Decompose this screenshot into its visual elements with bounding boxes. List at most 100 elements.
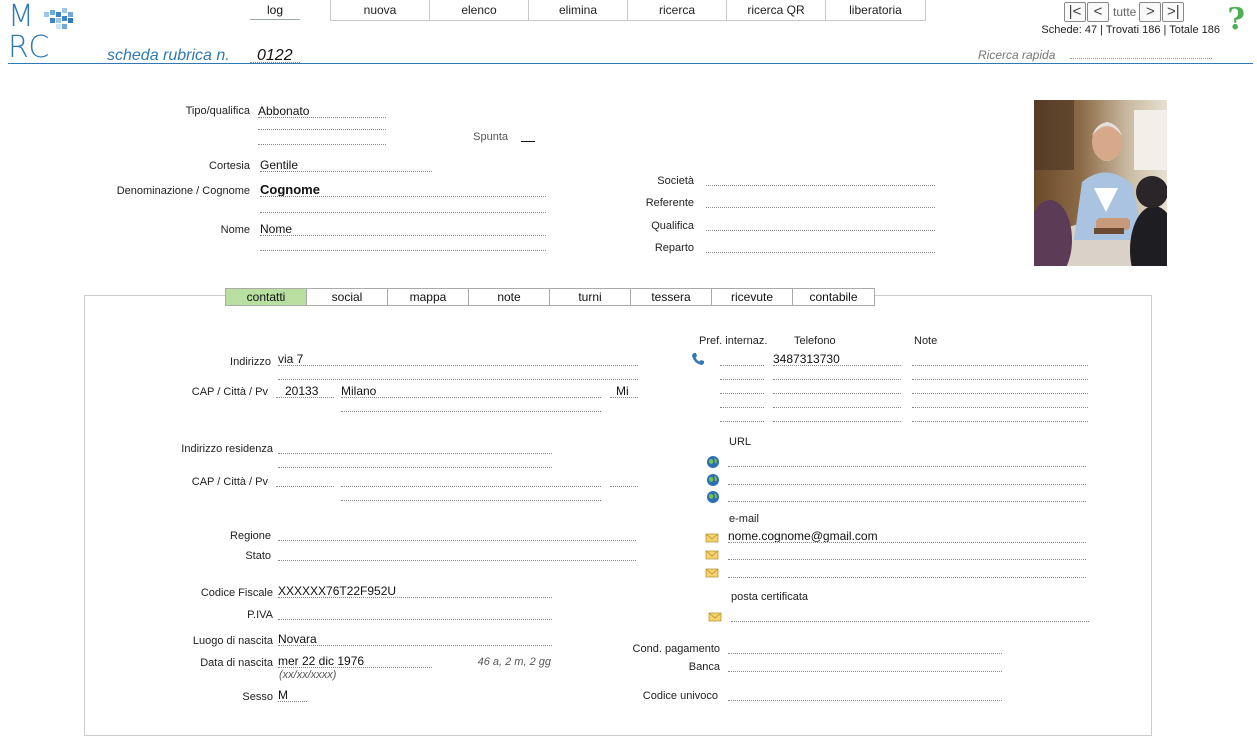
log-button[interactable]: log [250, 0, 300, 20]
contact-photo[interactable] [1034, 100, 1167, 266]
nav-liberatoria[interactable]: liberatoria [826, 0, 925, 20]
subtab-tessera[interactable]: tessera [631, 289, 712, 305]
cognome-field-2[interactable] [260, 199, 546, 213]
globe-icon[interactable] [706, 490, 720, 504]
qualifica-label: Qualifica [651, 220, 694, 232]
url-field-2[interactable] [728, 471, 1086, 485]
subtab-contabile[interactable]: contabile [793, 289, 874, 305]
globe-icon[interactable] [706, 473, 720, 487]
url-field-1[interactable] [728, 453, 1086, 467]
cap-field[interactable]: 20133 [276, 384, 334, 398]
tipo-field-3[interactable] [258, 131, 386, 145]
note-field-3[interactable] [912, 380, 1088, 394]
mail-icon[interactable] [708, 610, 722, 624]
codice-univoco-field[interactable] [728, 687, 1002, 701]
subtab-social[interactable]: social [307, 289, 388, 305]
citta-field[interactable]: Milano [341, 384, 601, 398]
pv-residenza-field[interactable] [610, 473, 638, 487]
sesso-field[interactable]: M [278, 688, 307, 702]
logo-pixel [56, 24, 61, 29]
logo-pixel [50, 18, 55, 23]
last-record-button[interactable]: >| [1162, 2, 1185, 22]
pv-field[interactable]: Mi [610, 384, 638, 398]
stato-field[interactable] [278, 547, 636, 561]
nav-ricerca-qr[interactable]: ricerca QR [727, 0, 826, 20]
cognome-field[interactable]: Cognome [260, 183, 546, 197]
pref-field-5[interactable] [720, 408, 764, 422]
mail-icon[interactable] [705, 548, 719, 562]
pref-field-2[interactable] [720, 366, 764, 380]
mail-icon[interactable] [705, 566, 719, 580]
spunta-field[interactable] [521, 128, 535, 142]
reparto-field[interactable] [706, 239, 935, 253]
next-record-button[interactable]: > [1139, 2, 1162, 22]
telefono-field-2[interactable] [773, 366, 901, 380]
subtab-contatti[interactable]: contatti [226, 289, 307, 305]
banca-field[interactable] [728, 658, 1002, 672]
note-field-5[interactable] [912, 408, 1088, 422]
citta-residenza-field-2[interactable] [341, 487, 601, 501]
subtab-mappa[interactable]: mappa [388, 289, 469, 305]
tipo-field-2[interactable] [258, 116, 386, 130]
mail-icon[interactable] [705, 531, 719, 545]
nome-field-2[interactable] [260, 237, 546, 251]
nav-elenco[interactable]: elenco [430, 0, 529, 20]
quick-search-input[interactable] [1070, 49, 1212, 59]
data-nascita-field[interactable]: mer 22 dic 1976 [278, 654, 432, 668]
indirizzo-residenza-field-2[interactable] [278, 454, 552, 468]
indirizzo-field-2[interactable] [278, 366, 638, 380]
pec-field[interactable] [731, 608, 1089, 622]
telefono-field-3[interactable] [773, 380, 901, 394]
note-field-1[interactable] [912, 352, 1088, 366]
societa-field[interactable] [706, 172, 935, 186]
subtab-turni[interactable]: turni [550, 289, 631, 305]
pref-field-4[interactable] [720, 394, 764, 408]
nome-field[interactable]: Nome [260, 222, 546, 236]
header-divider [8, 63, 1253, 64]
logo: M RC [8, 2, 78, 64]
all-records-link[interactable]: tutte [1110, 2, 1139, 22]
pref-field-1[interactable] [720, 352, 764, 366]
nav-nuova[interactable]: nuova [331, 0, 430, 20]
help-icon[interactable]: ? [1227, 2, 1245, 37]
prev-record-button[interactable]: < [1087, 2, 1109, 22]
piva-label: P.IVA [247, 609, 273, 621]
telefono-field-5[interactable] [773, 408, 901, 422]
citta-field-2[interactable] [341, 398, 601, 412]
regione-field[interactable] [278, 527, 636, 541]
telefono-field-4[interactable] [773, 394, 901, 408]
cond-pagamento-field[interactable] [728, 640, 1002, 654]
cortesia-field[interactable]: Gentile [260, 158, 432, 172]
email-field-2[interactable] [728, 546, 1086, 560]
note-field-2[interactable] [912, 366, 1088, 380]
url-field-3[interactable] [728, 488, 1086, 502]
codice-univoco-label: Codice univoco [642, 690, 718, 702]
cap-residenza-field[interactable] [276, 473, 334, 487]
quick-search-label: Ricerca rapida [978, 48, 1056, 62]
subtab-ricevute[interactable]: ricevute [712, 289, 793, 305]
pref-field-3[interactable] [720, 380, 764, 394]
referente-field[interactable] [706, 194, 935, 208]
email-field-3[interactable] [728, 564, 1086, 578]
globe-icon[interactable] [706, 455, 720, 469]
luogo-nascita-label: Luogo di nascita [192, 635, 273, 647]
indirizzo-field[interactable]: via 7 [278, 352, 638, 366]
banca-label: Banca [688, 661, 720, 673]
first-record-button[interactable]: |< [1064, 2, 1086, 22]
indirizzo-residenza-field[interactable] [278, 440, 552, 454]
codice-fiscale-field[interactable]: XXXXXX76T22F952U [278, 584, 552, 598]
nav-elimina[interactable]: elimina [529, 0, 628, 20]
piva-field[interactable] [278, 606, 552, 620]
telefono-field-1[interactable]: 3487313730 [773, 352, 901, 366]
note-field-4[interactable] [912, 394, 1088, 408]
qualifica-field[interactable] [706, 217, 935, 231]
record-counts: Schede: 47 | Trovati 186 | Totale 186 [1041, 24, 1220, 36]
cortesia-label: Cortesia [209, 160, 250, 172]
luogo-nascita-field[interactable]: Novara [278, 632, 552, 646]
subtab-note[interactable]: note [469, 289, 550, 305]
logo-pixel [44, 12, 49, 17]
email-field-1[interactable]: nome.cognome@gmail.com [728, 529, 1086, 543]
nav-ricerca[interactable]: ricerca [628, 0, 727, 20]
logo-line2: RC [8, 30, 51, 65]
citta-residenza-field[interactable] [341, 473, 601, 487]
